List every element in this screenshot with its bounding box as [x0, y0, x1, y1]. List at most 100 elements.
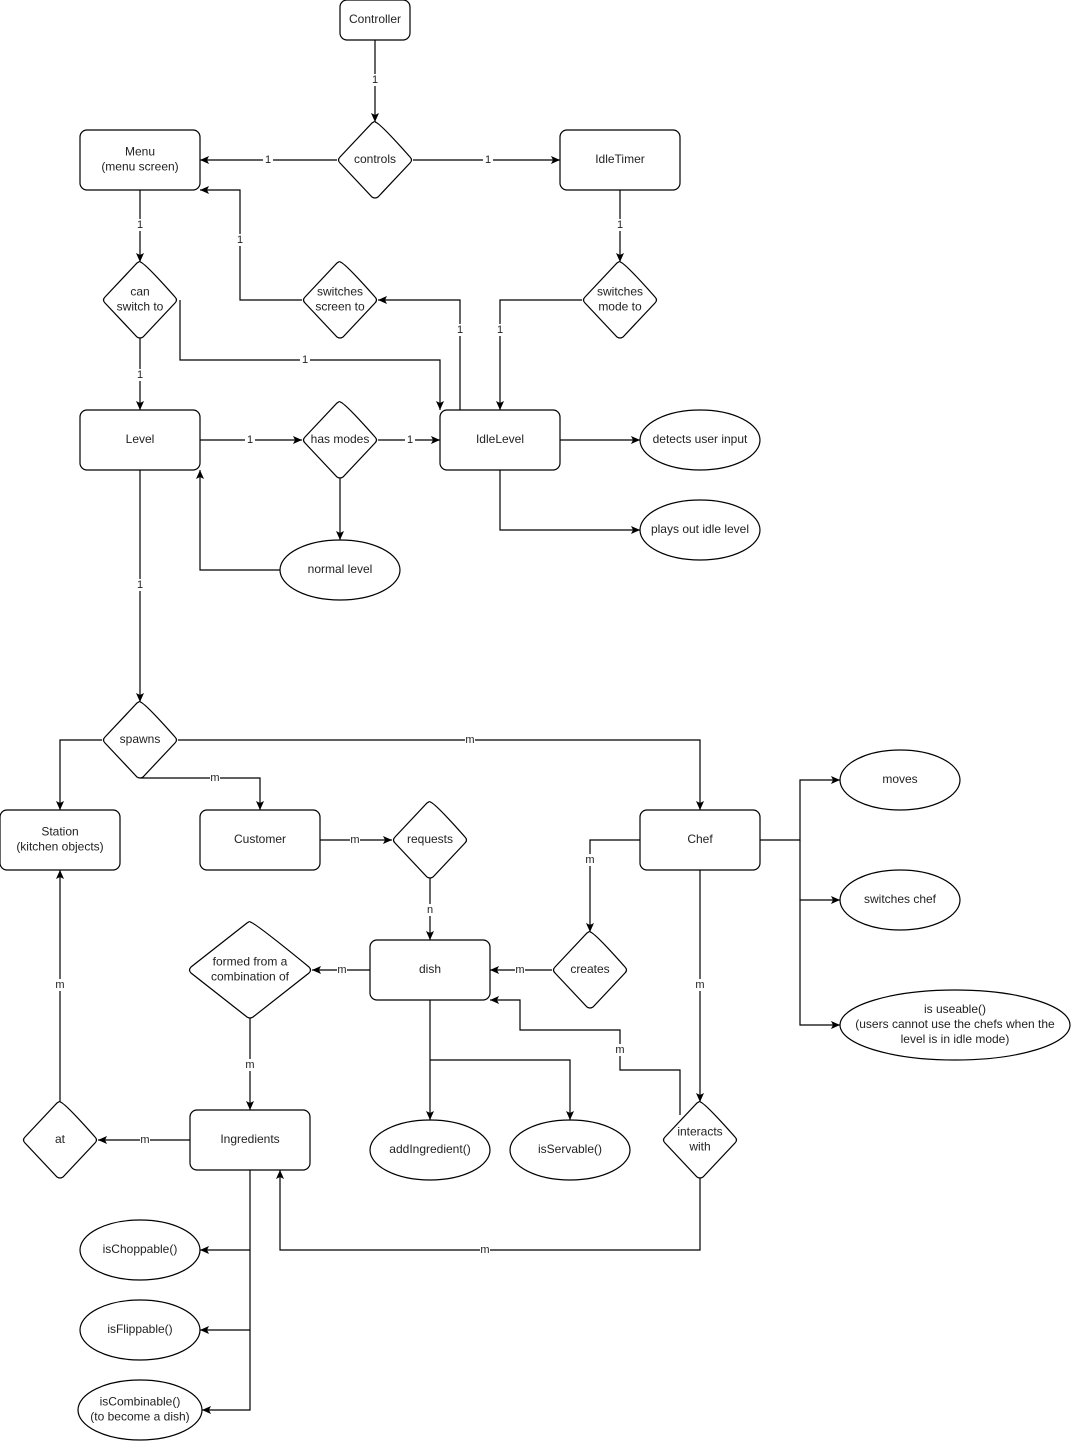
node-at[interactable]: at	[22, 1101, 98, 1179]
edge-label: 1	[407, 434, 413, 446]
node-label: switches	[597, 285, 643, 299]
edge-spawns-to-customer	[140, 777, 264, 810]
node-label: mode to	[598, 300, 642, 314]
edge-label: m	[465, 734, 474, 746]
node-switches-mode-to[interactable]: switchesmode to	[582, 261, 658, 339]
edge-label: m	[615, 1044, 624, 1056]
edge-label: m	[350, 834, 359, 846]
node-label: combination of	[211, 970, 290, 984]
node-label: addIngredient()	[389, 1142, 470, 1156]
node-label: Menu	[125, 145, 155, 159]
node-label: (menu screen)	[101, 160, 178, 174]
node-label: isCombinable()	[100, 1395, 181, 1409]
node-controller[interactable]: Controller	[339, 0, 411, 41]
node-label: has modes	[311, 432, 370, 446]
node-spawns[interactable]: spawns	[102, 701, 178, 779]
node-label: is useable()	[924, 1002, 986, 1016]
edge-ingredients-to-is-choppable	[200, 1170, 251, 1254]
node-label: can	[130, 285, 149, 299]
node-has-modes[interactable]: has modes	[302, 401, 378, 479]
node-label: Station	[41, 825, 78, 839]
node-add-ingredient[interactable]: addIngredient()	[369, 1119, 491, 1181]
edge-label: 1	[617, 219, 623, 231]
node-controls[interactable]: controls	[337, 121, 413, 199]
er-diagram: Controller controls Menu(menu screen) IdleT…	[0, 0, 1071, 1441]
node-label: Customer	[234, 832, 286, 846]
node-is-useable[interactable]: is useable()(users cannot use the chefs …	[839, 989, 1071, 1061]
node-label: isFlippable()	[107, 1322, 172, 1336]
node-label: IdleTimer	[595, 152, 645, 166]
edge-label: 1	[137, 579, 143, 591]
edge-chef-to-moves	[760, 776, 840, 841]
edge-chef-to-is-useable	[799, 900, 840, 1029]
edge-label: 1	[265, 154, 271, 166]
edge-label: m	[337, 964, 346, 976]
node-idlelevel[interactable]: IdleLevel	[439, 409, 561, 471]
node-label: creates	[570, 962, 609, 976]
edge-switches-screen-to-to-menu	[200, 186, 302, 301]
edge-label: 1	[137, 219, 143, 231]
node-label: dish	[419, 962, 441, 976]
node-station[interactable]: Station(kitchen objects)	[0, 809, 121, 871]
node-label: moves	[882, 772, 917, 786]
edge-label: m	[695, 979, 704, 991]
node-idletimer[interactable]: IdleTimer	[559, 129, 681, 191]
node-detects-user-input[interactable]: detects user input	[639, 409, 761, 471]
edge-label: m	[585, 854, 594, 866]
node-label: interacts	[677, 1125, 722, 1139]
node-label: Chef	[687, 832, 713, 846]
node-label: isServable()	[538, 1142, 602, 1156]
node-moves[interactable]: moves	[839, 749, 961, 811]
edge-label: 1	[237, 234, 243, 246]
node-dish[interactable]: dish	[369, 939, 491, 1001]
node-label: controls	[354, 152, 396, 166]
node-is-servable[interactable]: isServable()	[509, 1119, 631, 1181]
node-normal-level[interactable]: normal level	[279, 539, 401, 601]
node-ingredients[interactable]: Ingredients	[189, 1109, 311, 1171]
node-label: switch to	[117, 300, 164, 314]
node-interacts-with[interactable]: interactswith	[662, 1101, 738, 1179]
edge-label: 1	[497, 324, 503, 336]
edge-label: n	[427, 904, 433, 916]
node-label: Ingredients	[220, 1132, 279, 1146]
node-label: level is in idle mode)	[901, 1032, 1010, 1046]
edges	[56, 40, 840, 1414]
node-label: requests	[407, 832, 453, 846]
node-level[interactable]: Level	[79, 409, 201, 471]
edge-ingredients-to-is-combinable	[202, 1330, 251, 1414]
edge-label: 1	[485, 154, 491, 166]
node-label: screen to	[315, 300, 365, 314]
node-can-switch-to[interactable]: canswitch to	[102, 261, 178, 339]
edge-ingredients-to-is-flippable	[200, 1250, 251, 1334]
node-customer[interactable]: Customer	[199, 809, 321, 871]
edge-label: m	[245, 1059, 254, 1071]
node-is-flippable[interactable]: isFlippable()	[79, 1299, 201, 1361]
edge-label: m	[480, 1244, 489, 1256]
node-is-choppable[interactable]: isChoppable()	[79, 1219, 201, 1281]
node-switches-chef[interactable]: switches chef	[839, 869, 961, 931]
node-label: detects user input	[653, 432, 748, 446]
node-label: Controller	[349, 12, 401, 26]
node-label: normal level	[308, 562, 373, 576]
node-chef[interactable]: Chef	[639, 809, 761, 871]
node-plays-out-idle-level[interactable]: plays out idle level	[639, 499, 761, 561]
node-creates[interactable]: creates	[552, 931, 628, 1009]
edge-label: 1	[372, 74, 378, 86]
node-label: spawns	[120, 732, 161, 746]
edge-switches-mode-to-to-idlelevel	[496, 299, 582, 410]
edge-dish-to-is-servable	[430, 1059, 574, 1120]
node-switches-screen-to[interactable]: switchesscreen to	[302, 261, 378, 339]
edge-label: 1	[247, 434, 253, 446]
node-label: isChoppable()	[103, 1242, 178, 1256]
node-menu[interactable]: Menu(menu screen)	[79, 129, 201, 191]
edge-label: 1	[137, 369, 143, 381]
node-requests[interactable]: requests	[392, 801, 468, 879]
edge-chef-to-creates	[586, 839, 640, 932]
edge-interacts-with-to-ingredients	[276, 1170, 701, 1251]
edge-label: m	[210, 772, 219, 784]
node-formed-from[interactable]: formed from acombination of	[188, 921, 312, 1019]
node-label: at	[55, 1132, 66, 1146]
edge-label: m	[140, 1134, 149, 1146]
node-is-combinable[interactable]: isCombinable()(to become a dish)	[77, 1379, 203, 1441]
node-label: switches chef	[864, 892, 937, 906]
